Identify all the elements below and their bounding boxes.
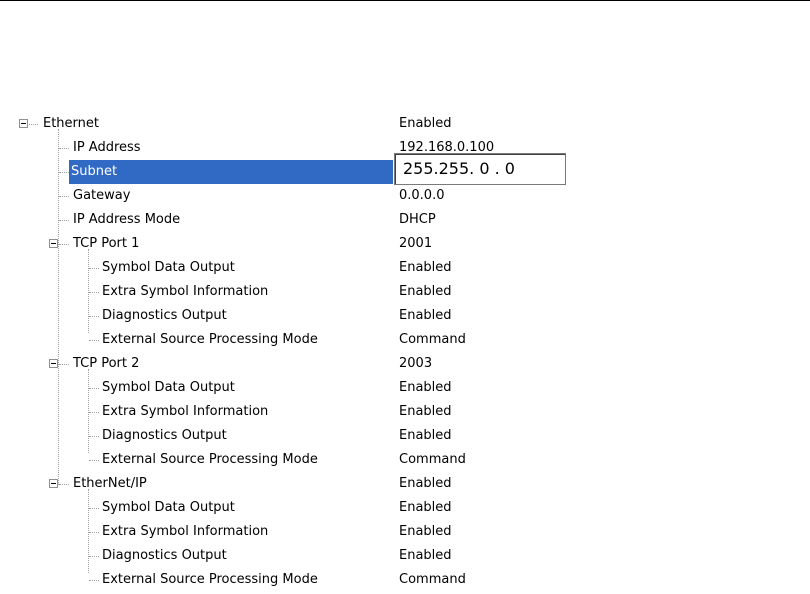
tree-connector — [89, 292, 99, 293]
tree-connector — [89, 532, 99, 533]
tree-connector — [89, 508, 99, 509]
tree-row-label: Symbol Data Output — [102, 500, 235, 515]
tree-connector — [89, 388, 99, 389]
tree-row-label: Extra Symbol Information — [102, 524, 269, 539]
tree-row-label: Extra Symbol Information — [102, 404, 269, 419]
tree-row-symbol-data-output[interactable]: Symbol Data Output Enabled — [0, 256, 810, 280]
tree-row-diagnostics-output[interactable]: Diagnostics Output Enabled — [0, 304, 810, 328]
top-divider — [0, 0, 810, 1]
tree-row-gateway[interactable]: Gateway 0.0.0.0 — [0, 184, 810, 208]
tree-row-symbol-data-output[interactable]: Symbol Data Output Enabled — [0, 376, 810, 400]
tree-connector — [59, 196, 69, 197]
tree-row-value: Command — [399, 572, 466, 587]
tree-row-tcp-port-1[interactable]: TCP Port 1 2001 — [0, 232, 810, 256]
tree-row-tcp-port-2[interactable]: TCP Port 2 2003 — [0, 352, 810, 376]
tree-row-value: Enabled — [399, 308, 452, 323]
tree-row-value: Enabled — [399, 548, 452, 563]
tree-row-extra-symbol-information[interactable]: Extra Symbol Information Enabled — [0, 520, 810, 544]
collapse-minus-icon[interactable] — [19, 119, 28, 128]
tree-connector — [89, 460, 99, 461]
tree-row-label: TCP Port 1 — [73, 236, 140, 251]
tree-connector — [89, 316, 99, 317]
tree-row-label: Ethernet — [43, 116, 99, 131]
tree-connector — [59, 484, 69, 485]
tree-row-value: Command — [399, 332, 466, 347]
tree-connector — [89, 556, 99, 557]
tree-row-value: Enabled — [399, 524, 452, 539]
tree-connector — [59, 148, 69, 149]
tree-row-value: 0.0.0.0 — [399, 188, 445, 203]
tree-row-external-source-processing-mode[interactable]: External Source Processing Mode Command — [0, 448, 810, 472]
tree-row-symbol-data-output[interactable]: Symbol Data Output Enabled — [0, 496, 810, 520]
tree-connector — [59, 220, 69, 221]
tree-row-external-source-processing-mode[interactable]: External Source Processing Mode Command — [0, 568, 810, 592]
tree-row-label: Extra Symbol Information — [102, 284, 269, 299]
tree-row-value: 2001 — [399, 236, 433, 251]
tree-row-extra-symbol-information[interactable]: Extra Symbol Information Enabled — [0, 400, 810, 424]
tree-connector — [89, 268, 99, 269]
tree-row-value: Enabled — [399, 404, 452, 419]
tree-row-diagnostics-output[interactable]: Diagnostics Output Enabled — [0, 424, 810, 448]
tree-row-ethernet-ip[interactable]: EtherNet/IP Enabled — [0, 472, 810, 496]
tree-row-label: Diagnostics Output — [102, 548, 227, 563]
tree-connector — [59, 364, 69, 365]
tree-row-ip-address-mode[interactable]: IP Address Mode DHCP — [0, 208, 810, 232]
tree-connector — [89, 436, 99, 437]
tree-row-value: Enabled — [399, 476, 452, 491]
tree-row-label: IP Address Mode — [73, 212, 181, 227]
tree-row-label: Symbol Data Output — [102, 380, 235, 395]
tree-row-value: Enabled — [399, 380, 452, 395]
tree-row-value: 2003 — [399, 356, 433, 371]
tree-connector — [89, 580, 99, 581]
tree-connector — [29, 124, 38, 125]
tree-connector — [89, 340, 99, 341]
collapse-minus-icon[interactable] — [49, 239, 58, 248]
tree-row-value: Enabled — [399, 428, 452, 443]
tree-row-label: Diagnostics Output — [102, 428, 227, 443]
tree-connector — [89, 412, 99, 413]
tree-connector — [59, 172, 69, 173]
collapse-minus-icon[interactable] — [49, 359, 58, 368]
tree-row-value: Enabled — [399, 116, 452, 131]
collapse-minus-icon[interactable] — [49, 479, 58, 488]
tree-connector — [59, 244, 69, 245]
tree-row-extra-symbol-information[interactable]: Extra Symbol Information Enabled — [0, 280, 810, 304]
tree-row-label: External Source Processing Mode — [102, 452, 318, 467]
tree-row-value: Enabled — [399, 284, 452, 299]
tree-row-value: DHCP — [399, 212, 436, 227]
tree-row-label: Symbol Data Output — [102, 260, 235, 275]
tree-row-diagnostics-output[interactable]: Diagnostics Output Enabled — [0, 544, 810, 568]
tree-row-external-source-processing-mode[interactable]: External Source Processing Mode Command — [0, 328, 810, 352]
tree-row-label: External Source Processing Mode — [102, 332, 318, 347]
tree-row-label-selected: Subnet — [69, 160, 393, 184]
tree-row-value: Enabled — [399, 500, 452, 515]
tree-row-label: IP Address — [73, 140, 141, 155]
tree-row-label: External Source Processing Mode — [102, 572, 318, 587]
tree-row-value: Command — [399, 452, 466, 467]
tree-row-value: Enabled — [399, 260, 452, 275]
tree-row-label: Diagnostics Output — [102, 308, 227, 323]
tree-row-ethernet[interactable]: Ethernet Enabled — [0, 112, 810, 136]
tree-row-label: TCP Port 2 — [73, 356, 140, 371]
tree-row-label: EtherNet/IP — [73, 476, 147, 491]
subnet-ip-input[interactable]: 255.255. 0 . 0 — [394, 153, 566, 185]
tree-row-label: Gateway — [73, 188, 131, 203]
